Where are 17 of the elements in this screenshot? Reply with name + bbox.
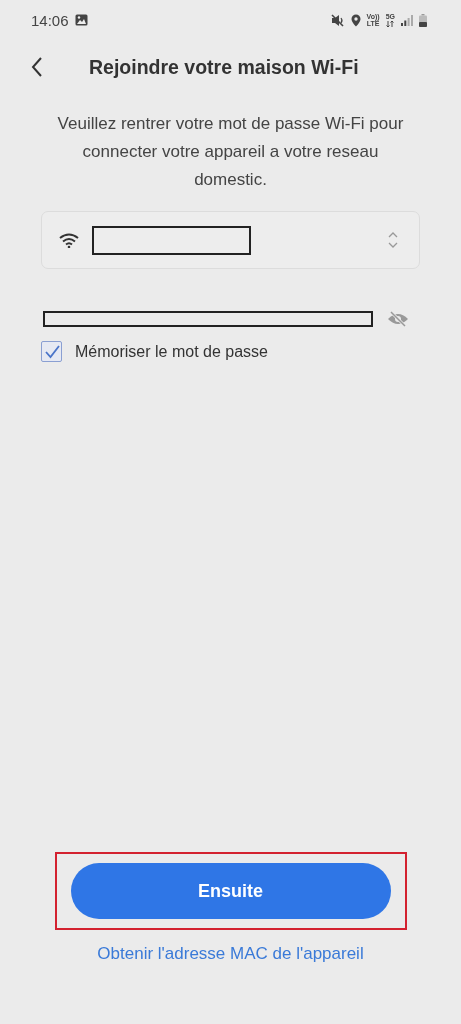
data-arrows-icon [386, 21, 395, 27]
back-icon[interactable] [31, 57, 43, 77]
checkbox[interactable] [41, 341, 62, 362]
instruction-text: Veuillez rentrer votre mot de passe Wi-Fi pour connecter votre appareil a votre reseau domestic. [56, 113, 405, 191]
mac-address-link[interactable]: Obtenir l'adresse MAC de l'appareil [97, 944, 364, 964]
image-icon [74, 14, 88, 26]
signal-icon [401, 14, 413, 26]
next-button[interactable]: Ensuite [70, 863, 391, 919]
location-icon [350, 13, 361, 27]
wifi-icon [59, 232, 79, 248]
chevron-updown-icon [387, 231, 399, 249]
checkbox-label: Mémoriser le mot de passe [75, 342, 268, 361]
mute-icon [330, 13, 345, 27]
clock-time: 14:06 [31, 11, 69, 29]
battery-icon [419, 13, 427, 27]
page-title: Rejoindre votre maison Wi-Fi [89, 55, 359, 79]
network-selector[interactable] [41, 211, 420, 269]
